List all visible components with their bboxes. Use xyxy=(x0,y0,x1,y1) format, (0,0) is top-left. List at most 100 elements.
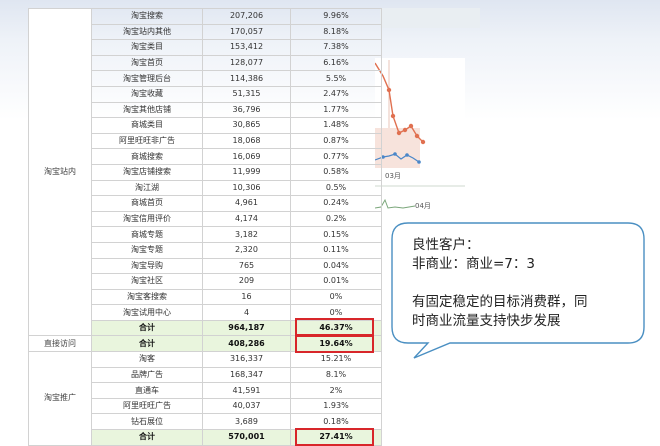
source-cell: 淘宝专题 xyxy=(91,241,203,259)
share-cell: 15.21% xyxy=(290,351,382,368)
source-cell: 淘宝搜索 xyxy=(91,8,203,25)
source-cell: 淘宝试用中心 xyxy=(91,304,203,321)
visits-cell: 10,306 xyxy=(202,179,291,197)
share-cell: 0.15% xyxy=(290,226,382,243)
group-label: 直接访问 xyxy=(28,335,92,353)
chart-month-label-1: 03月 xyxy=(385,172,401,180)
share-cell: 0% xyxy=(290,304,382,321)
share-cell: 0.87% xyxy=(290,132,382,150)
share-cell: 5.5% xyxy=(290,70,382,87)
source-cell: 淘宝站内其他 xyxy=(91,23,203,41)
share-cell: 0.18% xyxy=(290,413,382,431)
visits-cell: 765 xyxy=(202,257,291,275)
source-cell: 淘宝店铺搜索 xyxy=(91,163,203,181)
visits-cell: 41,591 xyxy=(202,382,291,399)
share-cell: 0.11% xyxy=(290,241,382,259)
total-label-cell: 合计 xyxy=(91,335,203,353)
table-row: 淘宝站内 淘宝搜索 207,206 9.96% xyxy=(28,7,382,337)
visits-cell: 4 xyxy=(202,304,291,321)
visits-cell: 18,068 xyxy=(202,132,291,150)
visits-cell: 16,069 xyxy=(202,148,291,165)
share-cell: 8.1% xyxy=(290,366,382,384)
share-cell: 7.38% xyxy=(290,39,382,56)
visits-cell: 4,174 xyxy=(202,210,291,228)
background-header-strip xyxy=(380,8,480,28)
source-cell: 淘宝首页 xyxy=(91,54,203,72)
visits-cell: 153,412 xyxy=(202,39,291,56)
visits-cell: 209 xyxy=(202,273,291,290)
callout-line-3: 有固定稳定的目标消费群，同 xyxy=(412,294,588,310)
share-cell: 1.93% xyxy=(290,397,382,415)
visits-cell: 3,182 xyxy=(202,226,291,243)
background-trend-chart-svg: 03月 04月 xyxy=(374,58,465,218)
source-cell: 商城首页 xyxy=(91,195,203,212)
visits-cell: 2,320 xyxy=(202,241,291,259)
source-cell: 钻石展位 xyxy=(91,413,203,431)
visits-cell: 36,796 xyxy=(202,101,291,119)
total-visits-cell: 408,286 xyxy=(202,335,291,353)
callout-line-1: 良性客户： xyxy=(412,237,480,253)
source-cell: 阿里旺旺非广告 xyxy=(91,132,203,150)
source-cell: 品牌广告 xyxy=(91,366,203,384)
total-row: 直接访问 合计 408,286 19.64% xyxy=(28,335,382,353)
source-cell: 淘宝信用评价 xyxy=(91,210,203,228)
share-cell: 0.58% xyxy=(290,163,382,181)
callout-text: 良性客户： 非商业：商业=7：3 有固定稳定的目标消费群，同 时商业流量支持快步… xyxy=(412,236,637,331)
total-share-cell: 27.41% xyxy=(290,429,382,446)
share-cell: 0.5% xyxy=(290,179,382,197)
total-label-cell: 合计 xyxy=(91,319,203,337)
group-label: 淘宝站内 xyxy=(28,7,92,337)
background-trend-chart: 03月 04月 xyxy=(374,58,465,218)
share-cell: 1.48% xyxy=(290,117,382,134)
chart-month-label-2: 04月 xyxy=(415,202,431,210)
source-cell: 淘宝客搜索 xyxy=(91,288,203,306)
source-cell: 淘江湖 xyxy=(91,179,203,197)
visits-cell: 4,961 xyxy=(202,195,291,212)
share-cell: 1.77% xyxy=(290,101,382,119)
total-visits-cell: 964,187 xyxy=(202,319,291,337)
traffic-source-table: 淘宝站内 淘宝搜索 207,206 9.96% 淘宝站内其他 170,057 8.18% 淘宝… xyxy=(28,7,382,446)
source-cell: 淘宝其他店铺 xyxy=(91,101,203,119)
source-cell: 商城类目 xyxy=(91,117,203,134)
share-cell: 0.77% xyxy=(290,148,382,165)
total-share-cell: 46.37% xyxy=(290,319,382,337)
source-cell: 阿里旺旺广告 xyxy=(91,397,203,415)
visits-cell: 51,315 xyxy=(202,85,291,103)
source-cell: 直通车 xyxy=(91,382,203,399)
source-cell: 淘宝收藏 xyxy=(91,85,203,103)
visits-cell: 114,386 xyxy=(202,70,291,87)
source-cell: 淘客 xyxy=(91,351,203,368)
visits-cell: 30,865 xyxy=(202,117,291,134)
source-cell: 淘宝类目 xyxy=(91,39,203,56)
speech-callout: 良性客户： 非商业：商业=7：3 有固定稳定的目标消费群，同 时商业流量支持快步… xyxy=(390,222,646,362)
share-cell: 2% xyxy=(290,382,382,399)
visits-cell: 16 xyxy=(202,288,291,306)
total-share-cell: 19.64% xyxy=(290,335,382,353)
visits-cell: 11,999 xyxy=(202,163,291,181)
visits-cell: 40,037 xyxy=(202,397,291,415)
source-cell: 淘宝导购 xyxy=(91,257,203,275)
share-cell: 0.04% xyxy=(290,257,382,275)
source-cell: 淘宝社区 xyxy=(91,273,203,290)
share-cell: 0% xyxy=(290,288,382,306)
share-cell: 6.16% xyxy=(290,54,382,72)
callout-line-2: 非商业：商业=7：3 xyxy=(412,256,535,272)
source-cell: 商城搜索 xyxy=(91,148,203,165)
visits-cell: 207,206 xyxy=(202,8,291,25)
callout-line-4: 时商业流量支持快步发展 xyxy=(412,313,561,329)
group-label: 淘宝推广 xyxy=(28,351,92,446)
total-label-cell: 合计 xyxy=(91,429,203,446)
share-cell: 0.01% xyxy=(290,273,382,290)
source-cell: 商城专题 xyxy=(91,226,203,243)
table-row: 淘宝推广 淘客 316,337 15.21% xyxy=(28,351,382,446)
visits-cell: 168,347 xyxy=(202,366,291,384)
visits-cell: 128,077 xyxy=(202,54,291,72)
share-cell: 0.2% xyxy=(290,210,382,228)
visits-cell: 170,057 xyxy=(202,23,291,41)
share-cell: 0.24% xyxy=(290,195,382,212)
total-visits-cell: 570,001 xyxy=(202,429,291,446)
source-cell: 淘宝管理后台 xyxy=(91,70,203,87)
share-cell: 9.96% xyxy=(290,8,382,25)
visits-cell: 3,689 xyxy=(202,413,291,431)
share-cell: 8.18% xyxy=(290,23,382,41)
